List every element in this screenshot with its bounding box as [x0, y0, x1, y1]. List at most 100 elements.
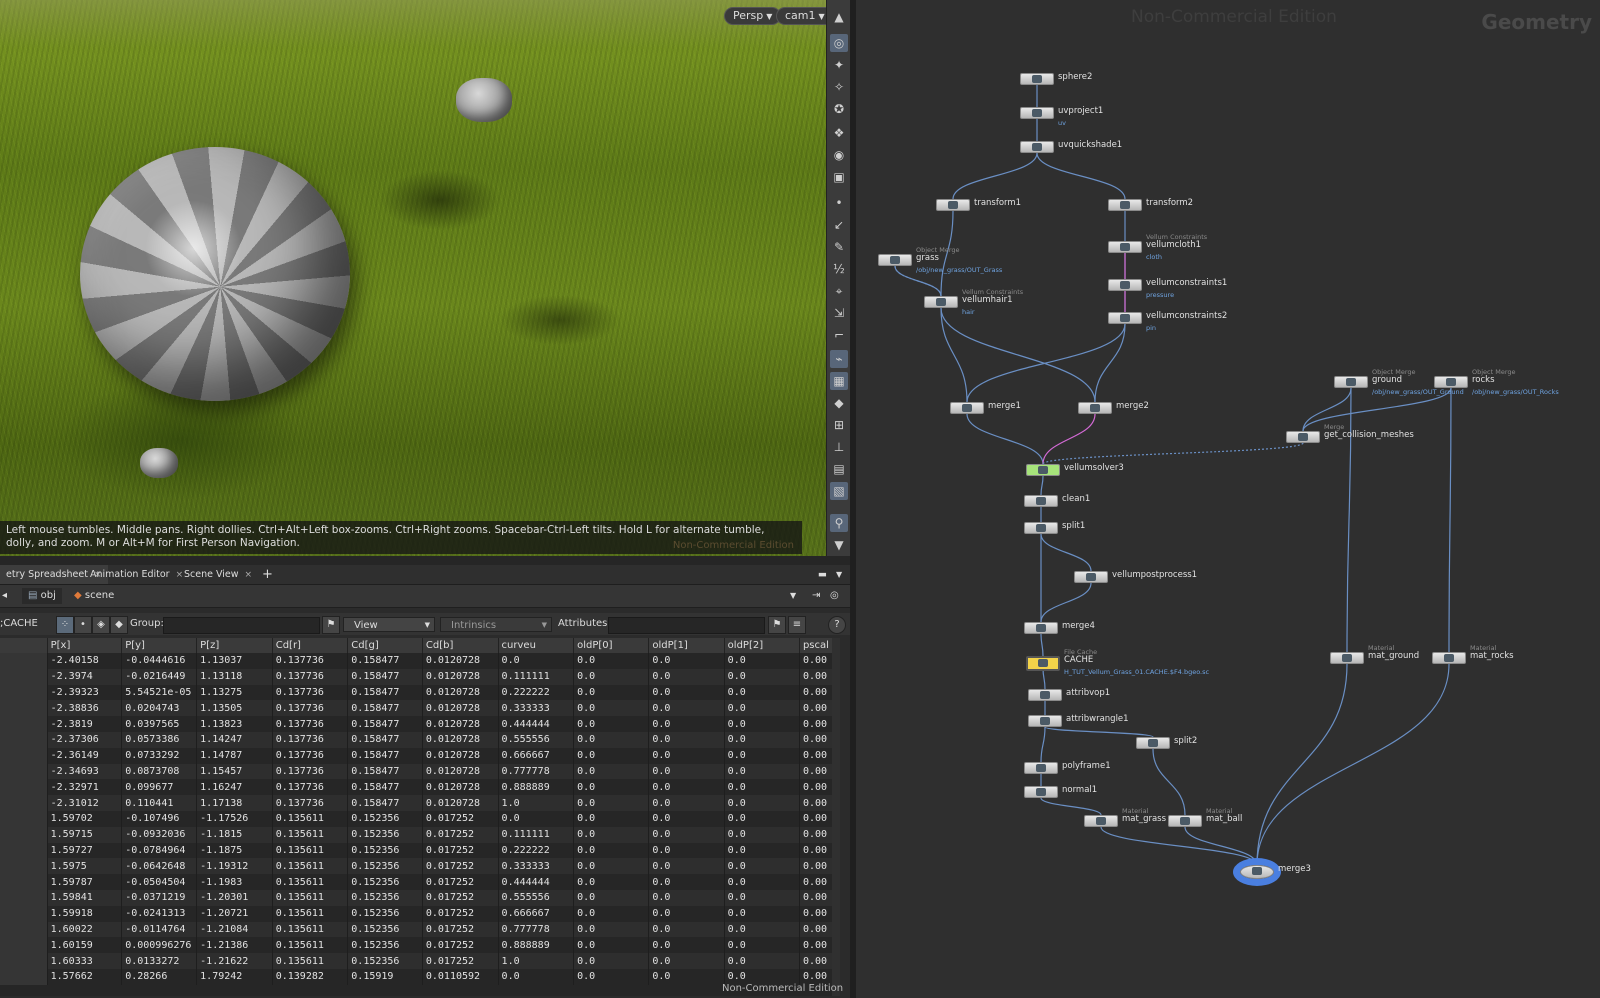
- table-row[interactable]: -2.32971 0.099677 1.16247 0.137736 0.158477 0…: [0, 779, 840, 796]
- pen-icon[interactable]: ✎: [830, 238, 848, 256]
- horizontal-splitter[interactable]: [0, 556, 850, 565]
- row-index-cell[interactable]: [0, 668, 48, 685]
- node-mat-ground[interactable]: [1330, 652, 1364, 664]
- table-cell[interactable]: 0.099677: [121, 779, 198, 796]
- table-cell[interactable]: 0.0: [573, 653, 650, 669]
- table-cell[interactable]: 0.0: [724, 779, 800, 796]
- table-cell[interactable]: 0.0: [573, 810, 650, 827]
- ghost-icon[interactable]: ❖: [830, 124, 848, 142]
- table-cell[interactable]: 1.13823: [196, 716, 273, 732]
- table-cell[interactable]: 0.0: [648, 874, 725, 890]
- node-vellumcloth1[interactable]: [1108, 241, 1142, 253]
- table-cell[interactable]: -1.19312: [196, 858, 273, 875]
- node-wire[interactable]: [1256, 663, 1348, 866]
- table-row[interactable]: 1.59787 -0.0504504 -1.1983 0.135611 0.152356…: [0, 874, 840, 890]
- table-cell[interactable]: 0.111111: [498, 826, 575, 843]
- row-index-cell[interactable]: [0, 921, 48, 938]
- node-wire-dashed[interactable]: [1042, 442, 1304, 465]
- table-cell[interactable]: -0.107496: [121, 810, 198, 827]
- table-cell[interactable]: 0.135611: [272, 921, 349, 938]
- row-index-cell[interactable]: [0, 779, 48, 796]
- node-wire[interactable]: [966, 413, 1044, 465]
- table-cell[interactable]: 0.017252: [422, 842, 499, 859]
- table-cell[interactable]: 0.152356: [347, 921, 423, 938]
- table-cell[interactable]: 0.0: [573, 668, 650, 685]
- table-cell[interactable]: 0.00: [799, 700, 834, 717]
- point-icon[interactable]: •: [830, 194, 848, 212]
- table-cell[interactable]: 0.0120728: [422, 653, 499, 669]
- table-cell[interactable]: 0.0: [648, 921, 725, 938]
- table-cell[interactable]: 0.0: [573, 889, 650, 906]
- table-cell[interactable]: -1.17526: [196, 810, 273, 827]
- node-transform2[interactable]: [1108, 199, 1142, 211]
- frame-icon[interactable]: ⌐: [830, 326, 848, 344]
- table-cell[interactable]: 0.0120728: [422, 731, 499, 748]
- node-split2[interactable]: [1136, 737, 1170, 749]
- table-cell[interactable]: -2.36149: [47, 747, 123, 764]
- table-cell[interactable]: 1.17138: [196, 795, 273, 811]
- table-row[interactable]: -2.38836 0.0204743 1.13505 0.137736 0.158477…: [0, 700, 840, 717]
- table-cell[interactable]: 0.00: [799, 889, 834, 906]
- row-index-cell[interactable]: [0, 795, 48, 811]
- points-mode-icon[interactable]: ⁘: [56, 616, 74, 634]
- column-header[interactable]: Cd[r]: [272, 638, 349, 653]
- table-cell[interactable]: 1.13505: [196, 700, 273, 717]
- obj-crumb[interactable]: ▤ obj: [22, 588, 62, 604]
- table-cell[interactable]: 0.0: [648, 684, 725, 701]
- table-cell[interactable]: -0.0504504: [121, 874, 198, 890]
- table-cell[interactable]: 0.135611: [272, 842, 349, 859]
- table-cell[interactable]: 0.00: [799, 653, 834, 669]
- table-cell[interactable]: 0.0133272: [121, 953, 198, 969]
- table-cell[interactable]: 0.0: [573, 858, 650, 875]
- table-cell[interactable]: 0.0: [724, 826, 800, 843]
- node-wire[interactable]: [1036, 152, 1126, 200]
- tab-scene-view[interactable]: Scene View ×: [178, 565, 258, 584]
- table-cell[interactable]: -0.0642648: [121, 858, 198, 875]
- pin-icon[interactable]: ⚲: [830, 514, 848, 532]
- table-cell[interactable]: -0.0241313: [121, 905, 198, 922]
- row-index-cell[interactable]: [0, 842, 48, 859]
- table-cell[interactable]: 0.135611: [272, 937, 349, 954]
- table-row[interactable]: 1.59841 -0.0371219 -1.20301 0.135611 0.15235…: [0, 889, 840, 906]
- column-header[interactable]: Cd[b]: [422, 638, 499, 653]
- table-cell[interactable]: 0.152356: [347, 937, 423, 954]
- node-get-collision-meshes[interactable]: [1286, 431, 1320, 443]
- table-cell[interactable]: -0.0216449: [121, 668, 198, 685]
- table-cell[interactable]: 0.0: [573, 700, 650, 717]
- row-index-cell[interactable]: [0, 826, 48, 843]
- table-cell[interactable]: 1.5975: [47, 858, 123, 875]
- row-index-cell[interactable]: [0, 905, 48, 922]
- table-cell[interactable]: 0.0: [648, 968, 725, 985]
- table-cell[interactable]: 0.152356: [347, 858, 423, 875]
- network-editor[interactable]: Non-Commercial Edition Geometry sphere2 u…: [856, 0, 1600, 998]
- table-cell[interactable]: 0.0: [498, 653, 575, 669]
- image-icon[interactable]: ▧: [830, 482, 848, 500]
- display-options-icon[interactable]: ◎: [830, 34, 848, 52]
- table-cell[interactable]: 0.0: [724, 700, 800, 717]
- node-merge4[interactable]: [1024, 622, 1058, 634]
- table-cell[interactable]: 0.0120728: [422, 684, 499, 701]
- row-index-cell[interactable]: [0, 731, 48, 748]
- table-row[interactable]: 1.5975 -0.0642648 -1.19312 0.135611 0.152356…: [0, 858, 840, 875]
- table-cell[interactable]: 0.135611: [272, 858, 349, 875]
- node-wire[interactable]: [1448, 387, 1452, 653]
- table-row[interactable]: 1.59702 -0.107496 -1.17526 0.135611 0.152356…: [0, 810, 840, 827]
- table-cell[interactable]: -1.20301: [196, 889, 273, 906]
- table-cell[interactable]: -0.0784964: [121, 842, 198, 859]
- detail-mode-icon[interactable]: ◆: [110, 616, 128, 634]
- table-row[interactable]: -2.3974 -0.0216449 1.13118 0.137736 0.158477…: [0, 668, 840, 685]
- table-cell[interactable]: 0.0: [648, 795, 725, 811]
- table-cell[interactable]: 0.0: [724, 858, 800, 875]
- table-cell[interactable]: -2.39323: [47, 684, 123, 701]
- table-cell[interactable]: 0.135611: [272, 810, 349, 827]
- table-row[interactable]: -2.3819 0.0397565 1.13823 0.137736 0.158477 0…: [0, 716, 840, 732]
- table-cell[interactable]: 0.00: [799, 842, 834, 859]
- table-cell[interactable]: 0.00: [799, 731, 834, 748]
- table-cell[interactable]: 0.00: [799, 905, 834, 922]
- row-index-cell[interactable]: [0, 874, 48, 890]
- table-cell[interactable]: 0.152356: [347, 874, 423, 890]
- table-cell[interactable]: -2.37306: [47, 731, 123, 748]
- table-cell[interactable]: 0.0: [724, 921, 800, 938]
- scale-icon[interactable]: ⇲: [830, 304, 848, 322]
- table-cell[interactable]: 0.0120728: [422, 716, 499, 732]
